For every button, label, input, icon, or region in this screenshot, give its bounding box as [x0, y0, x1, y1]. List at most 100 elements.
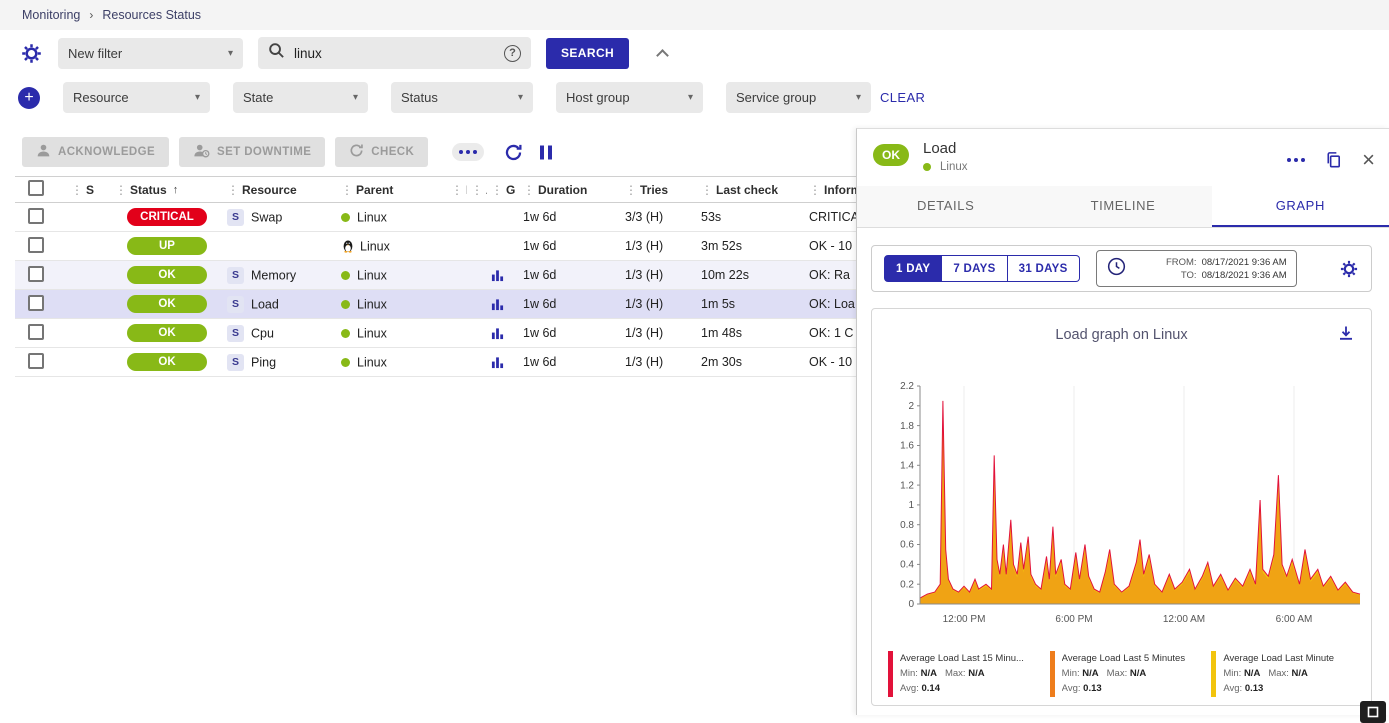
search-help-icon[interactable]: ? — [504, 45, 521, 62]
graph-icon[interactable] — [491, 326, 504, 340]
resource-name[interactable]: Cpu — [251, 326, 274, 340]
acknowledge-button[interactable]: ACKNOWLEDGE — [22, 137, 169, 167]
graph-icon[interactable] — [491, 355, 504, 369]
host-group-filter-label: Host group — [566, 90, 630, 105]
select-all-checkbox[interactable] — [28, 180, 44, 196]
table-row[interactable]: UPLinux1w 6d1/3 (H)3m 52sOK - 10 — [15, 232, 930, 261]
table-row[interactable]: OKSMemoryLinux1w 6d1/3 (H)10m 22sOK: Ra — [15, 261, 930, 290]
row-checkbox[interactable] — [28, 324, 44, 340]
service-group-filter-select[interactable]: Service group ▾ — [726, 82, 871, 113]
column-drag-handle-icon[interactable]: ⋮ — [625, 183, 637, 197]
parent-name[interactable]: Linux — [357, 297, 387, 311]
column-drag-handle-icon[interactable]: ⋮ — [451, 183, 463, 197]
column-header-parent[interactable]: Parent — [356, 183, 393, 197]
svg-text:0.2: 0.2 — [900, 579, 914, 590]
column-drag-handle-icon[interactable]: ⋮ — [341, 183, 353, 197]
collapse-filters-chevron-icon[interactable] — [656, 49, 669, 62]
column-drag-handle-icon[interactable]: ⋮ — [491, 183, 503, 197]
search-icon — [268, 42, 285, 64]
range-31-days-button[interactable]: 31 DAYS — [1008, 255, 1080, 282]
refresh-icon[interactable] — [504, 143, 523, 162]
breadcrumb-monitoring[interactable]: Monitoring — [22, 8, 80, 22]
column-header-last-check[interactable]: Last check — [716, 183, 778, 197]
row-checkbox[interactable] — [28, 295, 44, 311]
table-row[interactable]: CRITICALSSwapLinux1w 6d3/3 (H)53sCRITICA… — [15, 203, 930, 232]
copy-link-icon[interactable] — [1324, 150, 1343, 170]
search-box[interactable]: ? — [258, 37, 531, 69]
load-graph-chart[interactable]: 00.20.40.60.811.21.41.61.822.212:00 PM6:… — [882, 378, 1368, 630]
close-panel-icon[interactable]: × — [1362, 149, 1375, 171]
host-group-filter-select[interactable]: Host group ▾ — [556, 82, 703, 113]
parent-name[interactable]: Linux — [357, 326, 387, 340]
resource-name[interactable]: Ping — [251, 355, 276, 369]
row-checkbox[interactable] — [28, 353, 44, 369]
column-drag-handle-icon[interactable]: ⋮ — [523, 183, 535, 197]
more-actions-button[interactable] — [452, 143, 484, 161]
svg-text:6:00 AM: 6:00 AM — [1276, 614, 1313, 625]
column-drag-handle-icon[interactable]: ⋮ — [71, 183, 83, 197]
column-header-severity[interactable]: S — [86, 183, 94, 197]
severity-cell — [67, 348, 111, 377]
resource-filter-select[interactable]: Resource ▾ — [63, 82, 210, 113]
clear-filters-link[interactable]: CLEAR — [880, 90, 925, 105]
state-filter-select[interactable]: State ▾ — [233, 82, 368, 113]
tab-details[interactable]: DETAILS — [857, 186, 1034, 227]
custom-range-picker[interactable]: FROM:08/17/2021 9:36 AM TO:08/18/2021 9:… — [1096, 250, 1297, 287]
status-filter-select[interactable]: Status ▾ — [391, 82, 533, 113]
notes-cell — [447, 261, 467, 290]
table-row[interactable]: OKSCpuLinux1w 6d1/3 (H)1m 48sOK: 1 C — [15, 319, 930, 348]
row-checkbox[interactable] — [28, 208, 44, 224]
parent-name[interactable]: Linux — [357, 355, 387, 369]
column-header-resource[interactable]: Resource — [242, 183, 297, 197]
parent-name[interactable]: Linux — [357, 210, 387, 224]
legend-item-load1[interactable]: Average Load Last Minute Min: N/AMax: N/… — [1211, 651, 1363, 697]
table-row[interactable]: OKSPingLinux1w 6d1/3 (H)2m 30sOK - 10 — [15, 348, 930, 377]
column-drag-handle-icon[interactable]: ⋮ — [701, 183, 713, 197]
row-checkbox[interactable] — [28, 237, 44, 253]
add-criteria-button[interactable]: + — [18, 87, 40, 109]
column-header-action[interactable]: A — [486, 183, 487, 197]
column-drag-handle-icon[interactable]: ⋮ — [115, 183, 127, 197]
parent-cell: Linux — [337, 261, 447, 290]
column-header-notes[interactable]: N — [466, 183, 467, 197]
filter-settings-gear-icon[interactable] — [20, 42, 43, 65]
column-drag-handle-icon[interactable]: ⋮ — [471, 183, 483, 197]
pause-icon[interactable] — [539, 144, 553, 161]
parent-name[interactable]: Linux — [360, 239, 390, 253]
saved-filter-value: New filter — [68, 46, 122, 61]
range-1-day-button[interactable]: 1 DAY — [884, 255, 942, 282]
column-header-graph[interactable]: G — [506, 183, 515, 197]
search-input[interactable] — [294, 46, 495, 61]
search-button[interactable]: SEARCH — [546, 38, 629, 69]
tab-graph[interactable]: GRAPH — [1212, 186, 1389, 227]
column-header-status[interactable]: Status — [130, 183, 167, 197]
legend-color-bar — [1211, 651, 1216, 697]
resource-name[interactable]: Load — [251, 297, 279, 311]
breadcrumb-resources-status[interactable]: Resources Status — [102, 8, 201, 22]
set-downtime-button[interactable]: SET DOWNTIME — [179, 137, 325, 167]
range-7-days-button[interactable]: 7 DAYS — [942, 255, 1007, 282]
graph-settings-gear-icon[interactable] — [1339, 259, 1359, 279]
parent-name[interactable]: Linux — [357, 268, 387, 282]
graph-icon[interactable] — [491, 268, 504, 282]
legend-item-load5[interactable]: Average Load Last 5 Minutes Min: N/AMax:… — [1050, 651, 1202, 697]
resource-name[interactable]: Memory — [251, 268, 296, 282]
parent-cell: Linux — [337, 203, 447, 232]
column-header-duration[interactable]: Duration — [538, 183, 587, 197]
last-check-cell: 2m 30s — [697, 348, 805, 377]
tab-timeline[interactable]: TIMELINE — [1034, 186, 1211, 227]
check-button[interactable]: CHECK — [335, 137, 428, 167]
resource-name[interactable]: Swap — [251, 210, 282, 224]
row-checkbox[interactable] — [28, 266, 44, 282]
graph-icon[interactable] — [491, 297, 504, 311]
column-drag-handle-icon[interactable]: ⋮ — [809, 183, 821, 197]
svg-text:6:00 PM: 6:00 PM — [1055, 614, 1092, 625]
panel-more-actions-icon[interactable] — [1287, 158, 1305, 162]
column-drag-handle-icon[interactable]: ⋮ — [227, 183, 239, 197]
column-header-tries[interactable]: Tries — [640, 183, 668, 197]
fullscreen-icon[interactable] — [1360, 701, 1386, 723]
legend-item-load15[interactable]: Average Load Last 15 Minu... Min: N/AMax… — [888, 651, 1040, 697]
table-row[interactable]: OKSLoadLinux1w 6d1/3 (H)1m 5sOK: Loa — [15, 290, 930, 319]
saved-filter-select[interactable]: New filter ▾ — [58, 38, 243, 69]
export-graph-icon[interactable] — [1337, 324, 1355, 345]
